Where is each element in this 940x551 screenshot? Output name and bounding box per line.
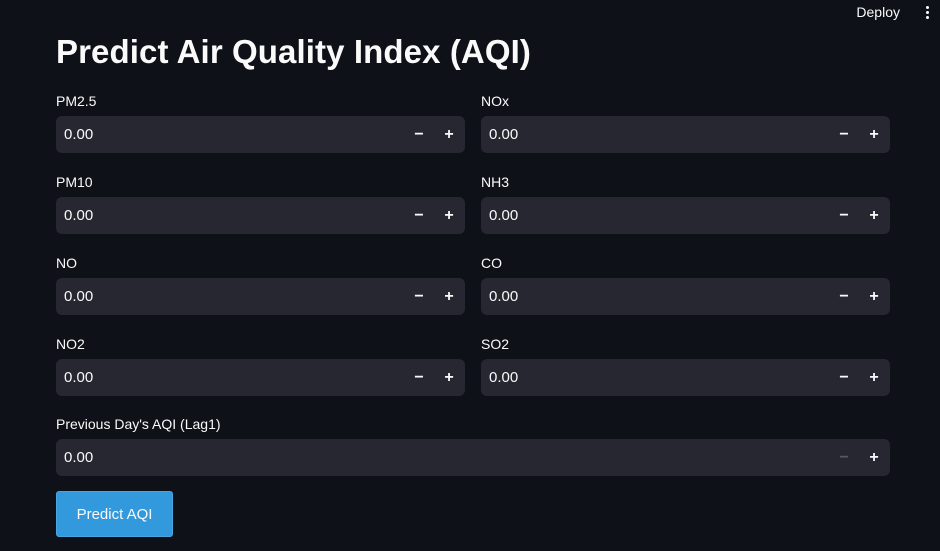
decrement-button[interactable]: − <box>829 278 859 315</box>
increment-button[interactable]: + <box>859 197 889 234</box>
field-nox: NOx − + <box>481 92 890 153</box>
predict-aqi-button[interactable]: Predict AQI <box>56 491 173 537</box>
field-no: NO − + <box>56 254 465 315</box>
number-input-pm10: − + <box>56 197 465 234</box>
decrement-button[interactable]: − <box>404 116 434 153</box>
field-label: CO <box>481 255 502 271</box>
increment-button[interactable]: + <box>434 116 464 153</box>
decrement-button[interactable]: − <box>829 439 859 476</box>
field-pm10: PM10 − + <box>56 173 465 234</box>
number-input-co: − + <box>481 278 890 315</box>
decrement-button[interactable]: − <box>829 116 859 153</box>
decrement-button[interactable]: − <box>829 359 859 396</box>
number-input-no: − + <box>56 278 465 315</box>
field-pm25: PM2.5 − + <box>56 92 465 153</box>
page-title: Predict Air Quality Index (AQI) <box>56 33 531 70</box>
lag1-input[interactable] <box>56 448 829 467</box>
top-toolbar: Deploy <box>848 0 940 24</box>
field-so2: SO2 − + <box>481 335 890 396</box>
field-label: NOx <box>481 93 509 109</box>
field-nh3: NH3 − + <box>481 173 890 234</box>
field-label: SO2 <box>481 336 510 352</box>
number-input-no2: − + <box>56 359 465 396</box>
increment-button[interactable]: + <box>859 439 889 476</box>
field-label: NO <box>56 255 77 271</box>
increment-button[interactable]: + <box>859 116 889 153</box>
field-label: NH3 <box>481 174 510 190</box>
number-input-lag1: − + <box>56 439 890 476</box>
increment-button[interactable]: + <box>859 278 889 315</box>
number-input-so2: − + <box>481 359 890 396</box>
field-co: CO − + <box>481 254 890 315</box>
increment-button[interactable]: + <box>434 197 464 234</box>
no2-input[interactable] <box>56 368 404 387</box>
number-input-nox: − + <box>481 116 890 153</box>
no-input[interactable] <box>56 287 404 306</box>
pm25-input[interactable] <box>56 125 404 144</box>
field-label: Previous Day's AQI (Lag1) <box>56 416 221 432</box>
nh3-input[interactable] <box>481 206 829 225</box>
increment-button[interactable]: + <box>434 359 464 396</box>
field-label: NO2 <box>56 336 85 352</box>
decrement-button[interactable]: − <box>829 197 859 234</box>
increment-button[interactable]: + <box>434 278 464 315</box>
field-no2: NO2 − + <box>56 335 465 396</box>
number-input-nh3: − + <box>481 197 890 234</box>
field-lag1: Previous Day's AQI (Lag1) − + <box>56 415 890 476</box>
vertical-ellipsis-icon[interactable] <box>920 2 934 22</box>
decrement-button[interactable]: − <box>404 197 434 234</box>
so2-input[interactable] <box>481 368 829 387</box>
co-input[interactable] <box>481 287 829 306</box>
increment-button[interactable]: + <box>859 359 889 396</box>
number-input-pm25: − + <box>56 116 465 153</box>
decrement-button[interactable]: − <box>404 359 434 396</box>
deploy-button[interactable]: Deploy <box>848 2 908 22</box>
field-label: PM10 <box>56 174 93 190</box>
pm10-input[interactable] <box>56 206 404 225</box>
nox-input[interactable] <box>481 125 829 144</box>
field-label: PM2.5 <box>56 93 97 109</box>
decrement-button[interactable]: − <box>404 278 434 315</box>
